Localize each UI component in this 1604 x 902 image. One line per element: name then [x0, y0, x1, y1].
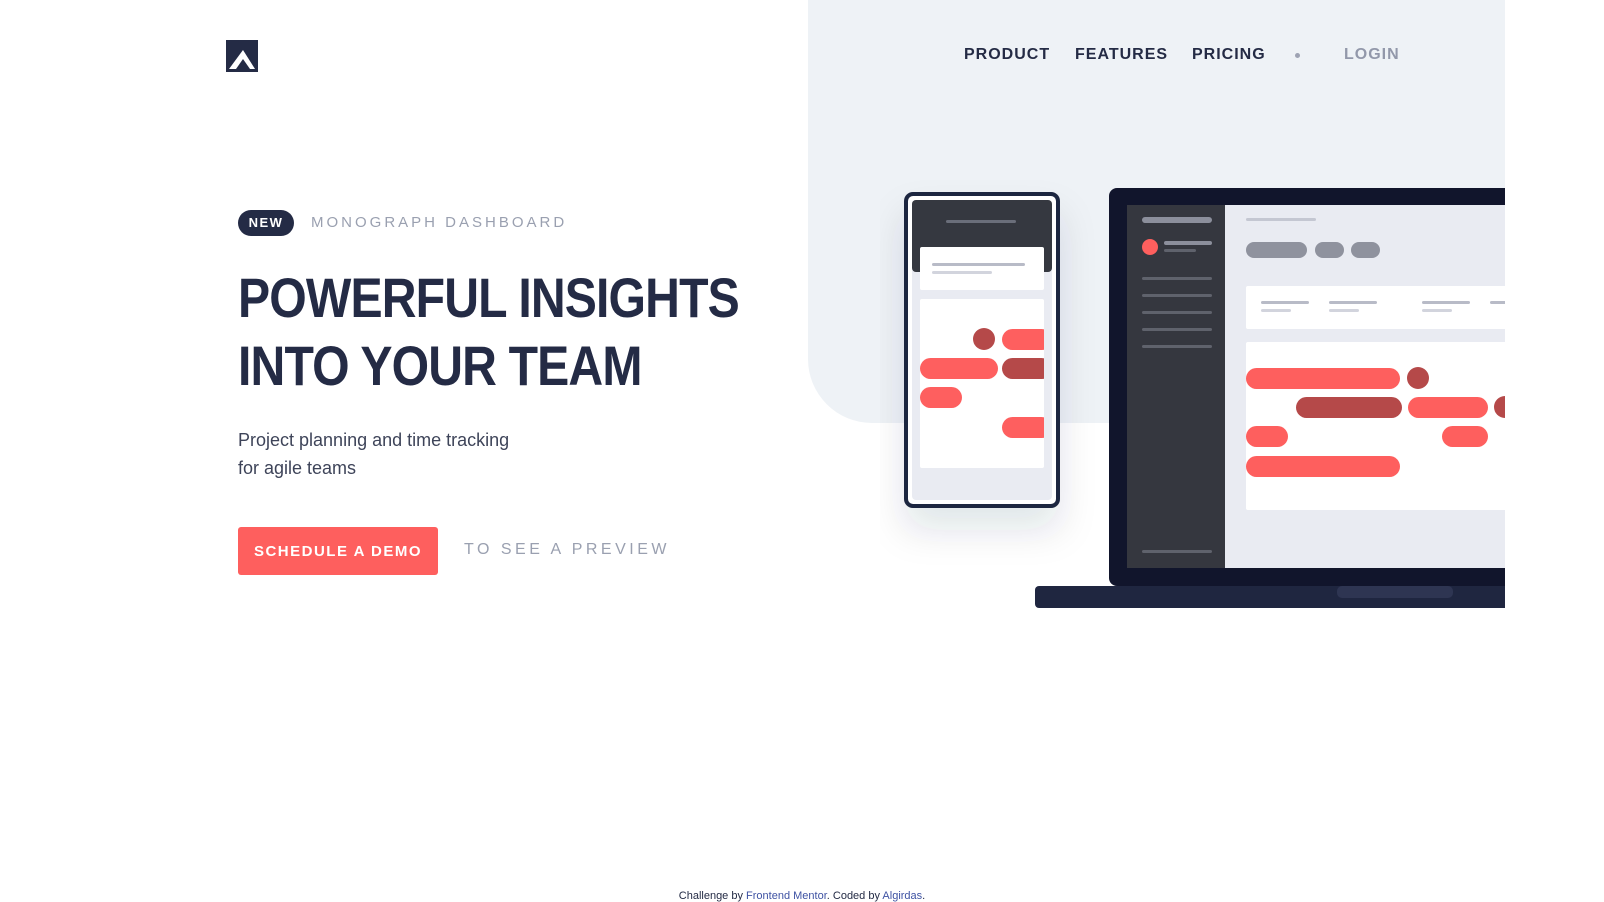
nav-product-link[interactable]: PRODUCT [964, 46, 1050, 64]
subtitle-line-2: for agile teams [238, 458, 357, 478]
phone-mockup [904, 192, 1060, 508]
dot-icon [1295, 53, 1300, 58]
footer-middle: . Coded by [826, 890, 883, 902]
nav-login-link[interactable]: LOGIN [1344, 46, 1400, 64]
nav-features-link[interactable]: FEATURES [1075, 46, 1168, 64]
frontend-mentor-link[interactable]: Frontend Mentor [746, 890, 827, 902]
page-title: POWERFUL INSIGHTS INTO YOUR TEAM [238, 264, 740, 400]
schedule-demo-button[interactable]: SCHEDULE A DEMO [238, 527, 438, 575]
footer-prefix: Challenge by [678, 890, 747, 902]
laptop-mockup [1035, 188, 1505, 608]
dashboard-illustration [904, 188, 1505, 608]
main-nav: PRODUCT FEATURES PRICING LOGIN [0, 46, 1604, 66]
nav-pricing-link[interactable]: PRICING [1192, 46, 1266, 64]
new-badge: NEW [238, 210, 294, 236]
page-footer: Challenge by Frontend Mentor. Coded by A… [0, 890, 1604, 902]
subtitle-line-1: Project planning and time tracking [238, 430, 510, 450]
hero-subtitle: Project planning and time tracking for a… [238, 426, 509, 482]
footer-suffix: . [922, 890, 926, 902]
headline-line-1: POWERFUL INSIGHTS [238, 266, 740, 329]
author-link[interactable]: Algirdas [882, 890, 922, 902]
preview-link[interactable]: TO SEE A PREVIEW [464, 541, 670, 559]
headline-line-2: INTO YOUR TEAM [238, 334, 642, 397]
product-tag-label: MONOGRAPH DASHBOARD [311, 214, 568, 231]
